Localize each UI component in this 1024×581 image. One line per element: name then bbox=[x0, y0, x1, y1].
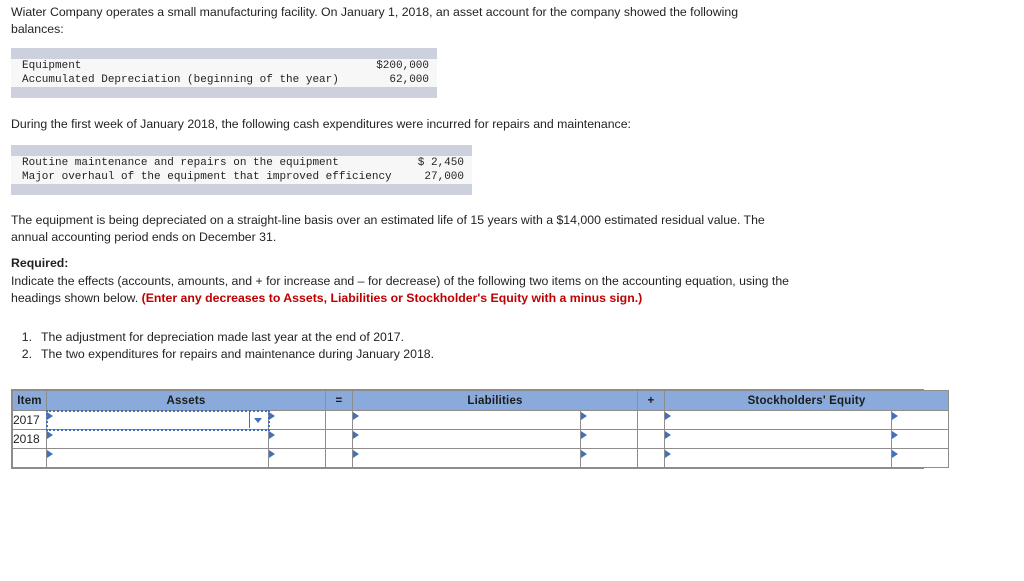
table-row: Accumulated Depreciation (beginning of t… bbox=[11, 73, 437, 87]
equity-amount-input-2017[interactable] bbox=[891, 410, 950, 430]
assets-account-input-2018[interactable] bbox=[46, 429, 269, 449]
cell-marker-icon bbox=[353, 412, 360, 420]
list-item-text: The adjustment for depreciation made las… bbox=[41, 330, 404, 344]
list-item-text: The two expenditures for repairs and mai… bbox=[41, 346, 435, 361]
cell-marker-icon bbox=[47, 431, 53, 439]
dropdown-toggle-button[interactable] bbox=[249, 412, 266, 428]
assets-amount-input-2018[interactable] bbox=[267, 429, 327, 449]
plus-cell-2017 bbox=[637, 410, 666, 430]
expenditures-table: Routine maintenance and repairs on the e… bbox=[11, 145, 472, 195]
liabilities-amount-input-2018[interactable] bbox=[580, 429, 639, 449]
equals-cell-row3 bbox=[325, 448, 354, 468]
cell-marker-icon bbox=[269, 450, 275, 458]
cell-marker-icon bbox=[665, 450, 672, 458]
liabilities-account-input-row3[interactable] bbox=[352, 448, 582, 468]
assets-amount-input-row3[interactable] bbox=[267, 448, 327, 468]
requirement-list: 1. The adjustment for depreciation made … bbox=[11, 329, 611, 362]
row-value: 27,000 bbox=[424, 171, 464, 183]
list-item-number: 1. bbox=[21, 330, 32, 344]
cell-marker-icon bbox=[353, 431, 360, 439]
row-value: $ 2,450 bbox=[417, 157, 464, 169]
list-item: 2. The two expenditures for repairs and … bbox=[11, 346, 611, 363]
table-row: 2017 bbox=[12, 409, 950, 431]
row-label-blank bbox=[12, 448, 47, 468]
cell-marker-icon bbox=[353, 450, 360, 458]
equity-amount-input-row3[interactable] bbox=[891, 448, 950, 468]
table-row: Routine maintenance and repairs on the e… bbox=[11, 156, 472, 170]
liabilities-account-input-2018[interactable] bbox=[352, 429, 582, 449]
row-label: Routine maintenance and repairs on the e… bbox=[22, 157, 339, 169]
accounting-equation-grid[interactable]: Item Assets = Liabilities + Stockholders… bbox=[11, 389, 950, 469]
cell-marker-icon bbox=[47, 412, 53, 420]
table-bottom-band bbox=[11, 184, 472, 195]
cell-marker-icon bbox=[269, 431, 275, 439]
header-liabilities: Liabilities bbox=[352, 390, 639, 411]
row-value: $200,000 bbox=[376, 60, 429, 72]
equity-account-input-row3[interactable] bbox=[664, 448, 893, 468]
cell-marker-icon bbox=[892, 412, 899, 420]
cell-marker-icon bbox=[581, 431, 588, 439]
cell-marker-icon bbox=[892, 431, 899, 439]
cell-marker-icon bbox=[665, 431, 672, 439]
equity-account-input-2017[interactable] bbox=[664, 410, 893, 430]
table-top-band bbox=[11, 48, 437, 59]
table-row: 2018 bbox=[12, 429, 950, 449]
cell-marker-icon bbox=[581, 412, 588, 420]
table-row bbox=[12, 448, 950, 468]
header-assets: Assets bbox=[45, 390, 327, 411]
header-plus-operator: + bbox=[637, 390, 666, 411]
answer-table: Item Assets = Liabilities + Stockholders… bbox=[12, 390, 950, 468]
assets-account-input-2017[interactable] bbox=[45, 409, 270, 431]
liabilities-amount-input-row3[interactable] bbox=[580, 448, 639, 468]
table-bottom-band bbox=[11, 87, 437, 98]
plus-cell-2018 bbox=[637, 429, 666, 449]
liabilities-amount-input-2017[interactable] bbox=[580, 410, 639, 430]
cell-marker-icon bbox=[581, 450, 588, 458]
worksheet-page: Wiater Company operates a small manufact… bbox=[0, 0, 1024, 581]
table-row: Major overhaul of the equipment that imp… bbox=[11, 170, 472, 184]
row-label: Accumulated Depreciation (beginning of t… bbox=[22, 74, 339, 86]
chevron-down-icon bbox=[254, 417, 262, 423]
row-label-2018: 2018 bbox=[12, 429, 47, 449]
equals-cell-2017 bbox=[325, 410, 354, 430]
balances-table: Equipment $200,000 Accumulated Depreciat… bbox=[11, 48, 437, 98]
table-row: Equipment $200,000 bbox=[11, 59, 437, 73]
row-label: Equipment bbox=[22, 60, 82, 72]
liabilities-account-input-2017[interactable] bbox=[352, 410, 582, 430]
header-equals-operator: = bbox=[325, 390, 354, 411]
list-item-number: 2. bbox=[21, 346, 32, 361]
equals-cell-2018 bbox=[325, 429, 354, 449]
list-item: 1. The adjustment for depreciation made … bbox=[11, 329, 611, 346]
cell-marker-icon bbox=[269, 412, 275, 420]
equity-account-input-2018[interactable] bbox=[664, 429, 893, 449]
plus-cell-row3 bbox=[637, 448, 666, 468]
during-paragraph: During the first week of January 2018, t… bbox=[11, 117, 631, 131]
row-label-2017: 2017 bbox=[12, 410, 47, 430]
cell-marker-icon bbox=[892, 450, 899, 458]
required-heading: Required: bbox=[11, 256, 69, 270]
equity-amount-input-2018[interactable] bbox=[891, 429, 950, 449]
row-value: 62,000 bbox=[389, 74, 429, 86]
table-top-band bbox=[11, 145, 472, 156]
cell-marker-icon bbox=[665, 412, 672, 420]
assets-account-input-row3[interactable] bbox=[46, 448, 269, 468]
row-label: Major overhaul of the equipment that imp… bbox=[22, 171, 392, 183]
cell-marker-icon bbox=[47, 450, 53, 458]
header-stockholders-equity: Stockholders' Equity bbox=[664, 390, 950, 411]
header-item: Item bbox=[12, 390, 47, 411]
assets-amount-input-2017[interactable] bbox=[267, 410, 327, 430]
instructions-paragraph: Indicate the effects (accounts, amounts,… bbox=[11, 273, 796, 306]
depreciation-paragraph: The equipment is being depreciated on a … bbox=[11, 213, 765, 244]
table-header-row: Item Assets = Liabilities + Stockholders… bbox=[12, 390, 950, 411]
minus-sign-warning: (Enter any decreases to Assets, Liabilit… bbox=[141, 290, 643, 305]
intro-paragraph: Wiater Company operates a small manufact… bbox=[11, 5, 739, 36]
